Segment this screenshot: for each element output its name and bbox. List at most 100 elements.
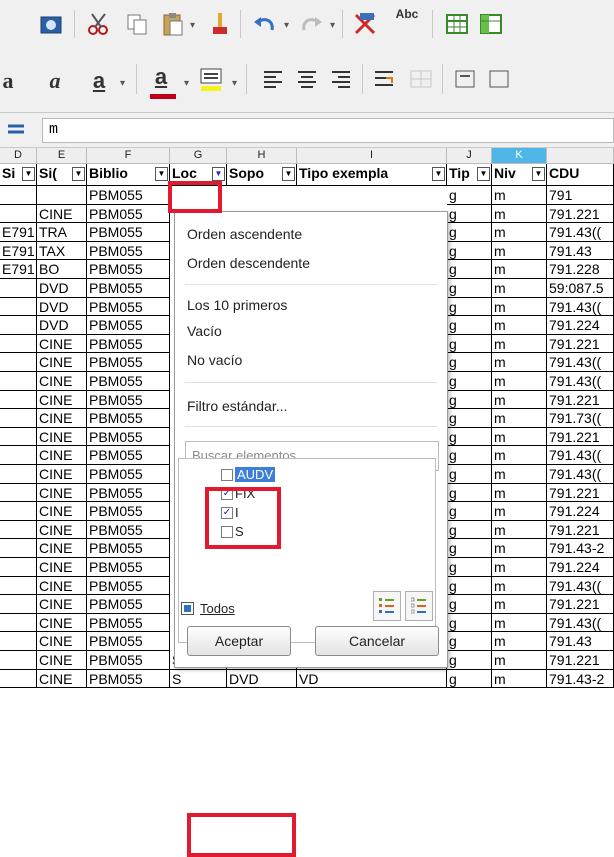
column-header-h[interactable]: H [227,148,297,164]
paste-icon[interactable] [158,9,188,39]
table-cell[interactable]: m [492,669,547,689]
table-cell[interactable]: 791.224 [547,316,614,335]
cancel-button[interactable]: Cancelar [315,626,439,656]
column-header-j[interactable]: J [447,148,492,164]
filter-value-checkbox[interactable] [221,468,233,481]
column-header-i[interactable]: I [297,148,447,164]
table-cell[interactable] [0,334,37,354]
table-cell[interactable]: 791.43(( [547,223,614,242]
table-cell[interactable]: CINE [37,353,87,372]
table-cell[interactable]: m [492,204,547,224]
table-cell[interactable] [0,483,37,503]
table-cell[interactable]: m [492,558,547,577]
highlight-dropdown-arrow-icon[interactable]: ▾ [232,78,237,89]
table-cell[interactable]: DVD [37,279,87,298]
font-color-dropdown-arrow-icon[interactable]: ▾ [184,78,189,89]
table-cell[interactable] [0,390,37,410]
table-cell[interactable]: CINE [37,372,87,391]
empty-item[interactable]: Vacío [187,323,222,339]
table-cell[interactable]: 791.221 [547,204,614,224]
top10-item[interactable]: Los 10 primeros [187,297,287,313]
align-right-icon[interactable] [326,64,356,94]
autofilter-dropdown-icon[interactable]: ▼ [477,167,490,181]
italic-button[interactable]: a [40,64,70,98]
table-cell[interactable]: DVD [37,316,87,335]
autofilter-dropdown-icon[interactable]: ▼ [212,167,225,181]
table-cell[interactable]: 791.43-2 [547,669,614,689]
autofilter-dropdown-icon[interactable]: ▼ [155,167,168,181]
table-cell[interactable]: 59:087.5 [547,279,614,298]
table-cell[interactable]: CINE [37,483,87,503]
table-cell[interactable]: CINE [37,539,87,558]
table-cell[interactable] [0,595,37,614]
not-empty-item[interactable]: No vacío [187,352,242,368]
table-cell[interactable]: g [447,372,492,391]
table-cell[interactable]: 791.221 [547,390,614,410]
table-cell[interactable] [37,186,87,205]
table-cell[interactable]: g [447,483,492,503]
table-cell[interactable]: CINE [37,669,87,689]
table-cell[interactable]: g [447,223,492,242]
table-cell[interactable]: CINE [37,390,87,410]
table-cell[interactable]: g [447,595,492,614]
table-cell[interactable]: PBM055 [87,390,170,410]
table-cell[interactable]: CINE [37,558,87,577]
table-cell[interactable]: 791.43(( [547,613,614,633]
sort-descending-item[interactable]: Orden descendente [187,255,310,271]
table-cell[interactable]: PBM055 [87,613,170,633]
table-cell[interactable]: 791.43(( [547,372,614,391]
table-cell[interactable]: CINE [37,520,87,540]
table-cell[interactable] [0,651,37,670]
table-cell[interactable]: m [492,334,547,354]
align-middle-icon[interactable] [484,64,514,94]
table-cell[interactable]: m [492,502,547,521]
table-cell[interactable]: PBM055 [87,186,170,205]
table-cell[interactable]: g [447,502,492,521]
table-cell[interactable]: g [447,651,492,670]
insert-table-icon[interactable] [442,9,472,39]
paste-dropdown-arrow-icon[interactable]: ▾ [190,20,195,31]
column-header-k[interactable]: K [492,148,547,164]
table-cell[interactable]: g [447,446,492,465]
select-all-checkbox[interactable] [181,602,194,615]
merge-cells-icon[interactable] [406,64,436,94]
column-header-blank[interactable] [547,148,614,164]
table-cell[interactable]: PBM055 [87,558,170,577]
table-cell[interactable]: E791 [0,223,37,242]
table-cell[interactable]: 791.43-2 [547,539,614,558]
underline-button[interactable]: a [84,64,114,98]
table-cell[interactable]: 791.73(( [547,409,614,428]
select-current-only-button[interactable] [373,591,401,621]
table-cell[interactable]: m [492,353,547,372]
header-cell-5[interactable]: Tipo exempla [297,164,447,186]
table-cell[interactable]: CINE [37,446,87,465]
table-cell[interactable]: 791.43(( [547,297,614,317]
undo-icon[interactable] [250,9,280,39]
table-cell[interactable]: PBM055 [87,204,170,224]
table-cell[interactable]: 791.221 [547,520,614,540]
table-cell[interactable]: CINE [37,632,87,651]
table-cell[interactable] [0,186,37,205]
table-cell[interactable] [0,316,37,335]
table-cell[interactable]: g [447,186,492,205]
table-cell[interactable]: m [492,465,547,484]
table-cell[interactable]: 791.43 [547,632,614,651]
table-cell[interactable]: PBM055 [87,334,170,354]
table-cell[interactable] [0,279,37,298]
table-cell[interactable]: PBM055 [87,409,170,428]
column-header-e[interactable]: E [37,148,87,164]
table-cell[interactable]: PBM055 [87,297,170,317]
table-cell[interactable]: g [447,613,492,633]
table-cell[interactable]: m [492,520,547,540]
table-cell[interactable]: DVD [227,669,297,689]
clone-formatting-icon[interactable] [204,9,234,39]
table-cell[interactable]: CINE [37,409,87,428]
table-cell[interactable] [0,446,37,465]
table-cell[interactable]: PBM055 [87,372,170,391]
table-cell[interactable]: PBM055 [87,260,170,279]
table-cell[interactable]: CINE [37,595,87,614]
table-cell[interactable]: PBM055 [87,465,170,484]
freeze-icon[interactable] [476,9,506,39]
filter-value-checkbox[interactable]: ✓ [221,487,233,500]
clear-format-icon[interactable] [350,9,382,39]
